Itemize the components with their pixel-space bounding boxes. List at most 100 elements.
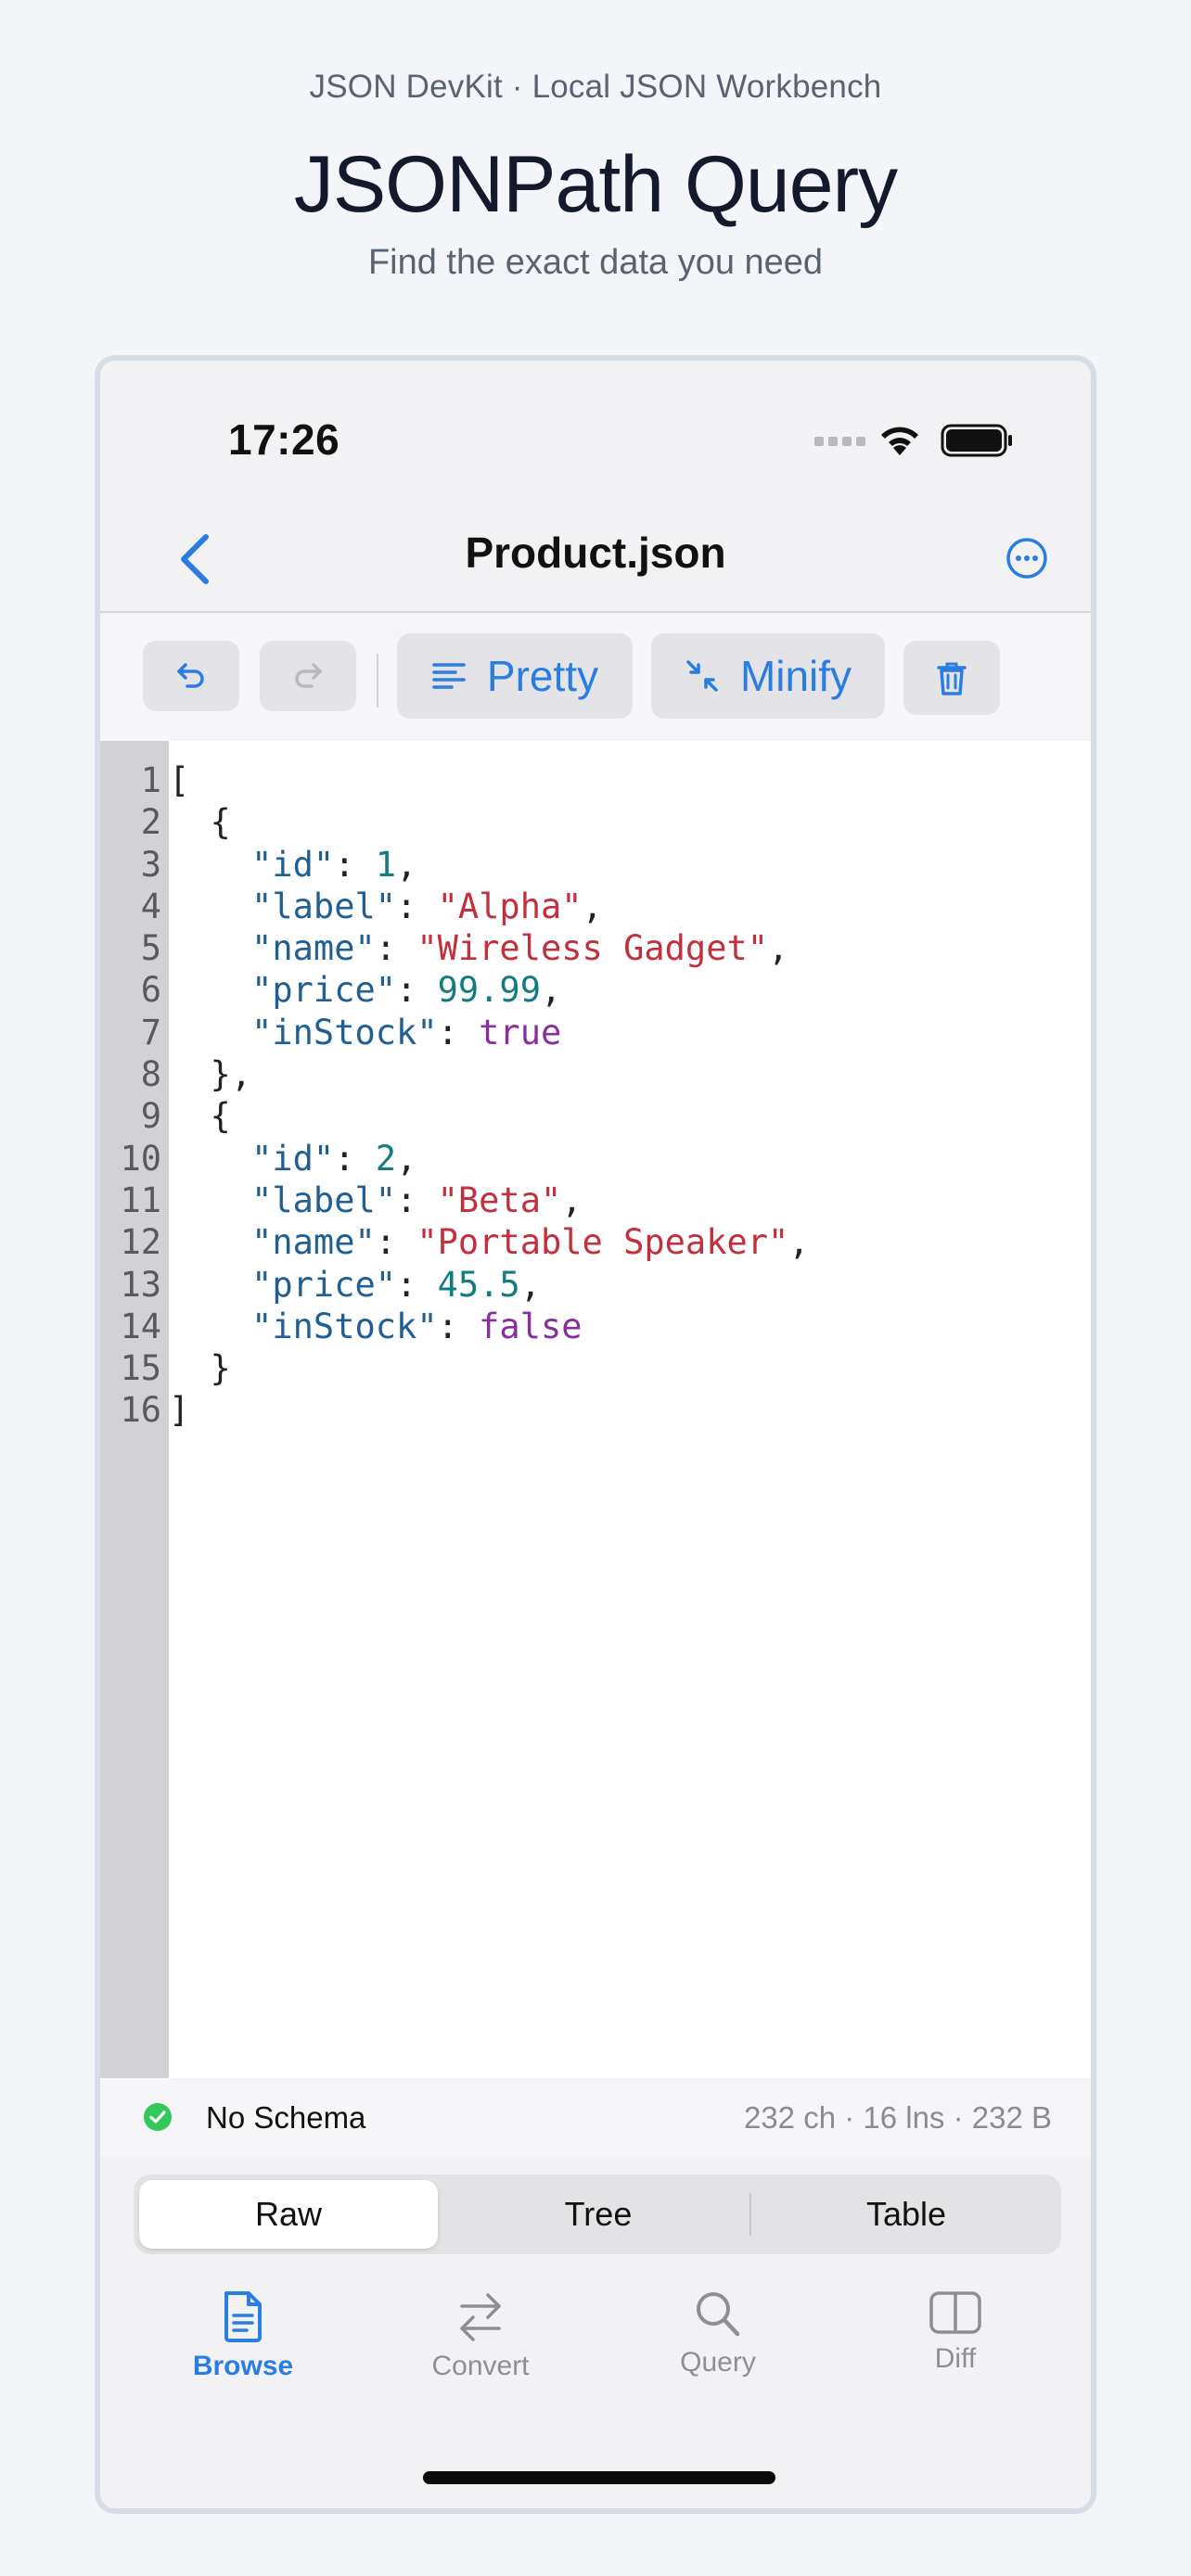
- line-number: 4: [140, 886, 161, 926]
- pretty-button[interactable]: Pretty: [397, 633, 633, 719]
- ellipsis-circle-icon[interactable]: [1005, 537, 1048, 580]
- code-line[interactable]: 9 {: [100, 1095, 810, 1137]
- code-text: },: [169, 1054, 252, 1095]
- battery-icon: [941, 424, 1012, 457]
- status-bar: 17:26: [100, 361, 1091, 491]
- code-line[interactable]: 13 "price": 45.5,: [100, 1264, 810, 1306]
- segment-tree-label: Tree: [564, 2195, 633, 2233]
- code-text: "label": "Alpha",: [251, 886, 603, 926]
- segment-raw[interactable]: Raw: [139, 2180, 438, 2249]
- code-line[interactable]: 3 "id": 1,: [100, 844, 810, 886]
- code-text: {: [169, 1096, 231, 1137]
- line-number: 6: [140, 970, 161, 1011]
- line-number: 2: [140, 802, 161, 843]
- line-number: 16: [120, 1390, 161, 1431]
- line-number: 9: [140, 1096, 161, 1137]
- minify-button[interactable]: Minify: [651, 633, 885, 719]
- line-number: 12: [120, 1222, 161, 1263]
- delete-button[interactable]: [903, 641, 1000, 715]
- code-text: "inStock": false: [251, 1306, 583, 1346]
- line-number: 5: [140, 928, 161, 969]
- tab-convert-label: Convert: [431, 2351, 530, 2381]
- line-number: 14: [120, 1306, 161, 1346]
- line-number: 1: [140, 760, 161, 800]
- code-text: [: [169, 760, 190, 800]
- wifi-icon: [881, 427, 918, 455]
- status-time: 17:26: [228, 415, 340, 464]
- line-number: 13: [120, 1264, 161, 1305]
- json-editor[interactable]: 1[2 {3 "id": 1, 4 "label": "Alpha", 5 "nam…: [100, 741, 1091, 2078]
- code-area[interactable]: 1[2 {3 "id": 1, 4 "label": "Alpha", 5 "nam…: [100, 759, 810, 1432]
- code-line[interactable]: 14 "inStock": false: [100, 1306, 810, 1347]
- code-line[interactable]: 15 }: [100, 1347, 810, 1389]
- code-text: {: [169, 802, 231, 843]
- editor-status-bar: No Schema 232 ch · 16 lns · 232 B: [100, 2078, 1091, 2156]
- code-line[interactable]: 8 },: [100, 1053, 810, 1095]
- code-text: "label": "Beta",: [251, 1180, 583, 1220]
- pretty-label: Pretty: [486, 652, 599, 700]
- code-line[interactable]: 12 "name": "Portable Speaker",: [100, 1221, 810, 1263]
- file-title: Product.json: [465, 529, 726, 577]
- code-text: "name": "Wireless Gadget",: [251, 928, 789, 969]
- editor-toolbar: Pretty Minify: [100, 615, 1091, 741]
- segment-table[interactable]: Table: [757, 2180, 1056, 2249]
- code-text: "id": 2,: [251, 1138, 417, 1179]
- phone-frame: 17:26 Product.json Pretty Minify 1 [2 {…: [95, 355, 1096, 2514]
- page-title: JSONPath Query: [293, 140, 898, 229]
- tab-diff[interactable]: Diff: [863, 2271, 1048, 2375]
- arrows-left-right-icon: [460, 2293, 501, 2341]
- minify-label: Minify: [739, 652, 852, 700]
- line-number: 8: [140, 1054, 161, 1095]
- magnifier-icon: [697, 2292, 740, 2337]
- code-text: "inStock": true: [251, 1012, 562, 1052]
- code-line[interactable]: 16]: [100, 1389, 810, 1431]
- code-text: }: [169, 1348, 231, 1389]
- tab-browse-label: Browse: [192, 2351, 294, 2381]
- page-subtitle: Find the exact data you need: [367, 243, 824, 282]
- document-stats: 232 ch · 16 lns · 232 B: [743, 2100, 1052, 2135]
- line-number: 15: [120, 1348, 161, 1389]
- tab-browse[interactable]: Browse: [150, 2271, 336, 2382]
- segment-table-label: Table: [865, 2195, 947, 2233]
- code-line[interactable]: 2 {: [100, 801, 810, 843]
- toolbar-divider: [377, 654, 378, 708]
- code-text: "price": 45.5,: [251, 1264, 541, 1305]
- code-text: ]: [169, 1390, 190, 1431]
- line-number: 3: [140, 844, 161, 885]
- code-text: "price": 99.99,: [251, 970, 562, 1011]
- code-line[interactable]: 6 "price": 99.99,: [100, 969, 810, 1011]
- tab-query-label: Query: [680, 2347, 756, 2378]
- tab-query[interactable]: Query: [625, 2271, 811, 2378]
- segment-raw-label: Raw: [254, 2195, 323, 2233]
- segment-divider: [749, 2193, 751, 2236]
- tab-convert[interactable]: Convert: [388, 2271, 573, 2382]
- navigation-bar: Product.json: [100, 491, 1091, 613]
- code-line[interactable]: 1[: [100, 759, 810, 801]
- undo-icon: [177, 663, 204, 688]
- schema-status[interactable]: No Schema: [206, 2100, 365, 2136]
- home-indicator: [423, 2471, 775, 2484]
- tab-bar: Browse Convert Query Diff: [100, 2271, 1091, 2456]
- code-line[interactable]: 5 "name": "Wireless Gadget",: [100, 927, 810, 969]
- redo-button[interactable]: [260, 641, 356, 711]
- check-circle-icon: [144, 2103, 172, 2131]
- code-text: "id": 1,: [251, 844, 417, 885]
- compress-arrows-icon: [686, 660, 718, 692]
- segment-tree[interactable]: Tree: [449, 2180, 748, 2249]
- tab-diff-label: Diff: [934, 2343, 977, 2374]
- code-line[interactable]: 11 "label": "Beta",: [100, 1180, 810, 1221]
- undo-button[interactable]: [143, 641, 239, 711]
- line-number: 7: [140, 1012, 161, 1052]
- split-view-icon: [929, 2291, 981, 2334]
- code-line[interactable]: 10 "id": 2,: [100, 1138, 810, 1180]
- align-left-icon: [432, 663, 466, 689]
- trash-icon: [937, 662, 967, 695]
- document-icon: [224, 2291, 262, 2342]
- code-text: "name": "Portable Speaker",: [251, 1222, 810, 1263]
- view-mode-segmented-control: Raw Tree Table: [134, 2174, 1061, 2254]
- code-line[interactable]: 7 "inStock": true: [100, 1012, 810, 1053]
- redo-icon: [295, 663, 322, 688]
- code-line[interactable]: 4 "label": "Alpha",: [100, 886, 810, 927]
- line-number: 11: [120, 1180, 161, 1220]
- app-tagline: JSON DevKit · Local JSON Workbench: [309, 69, 882, 105]
